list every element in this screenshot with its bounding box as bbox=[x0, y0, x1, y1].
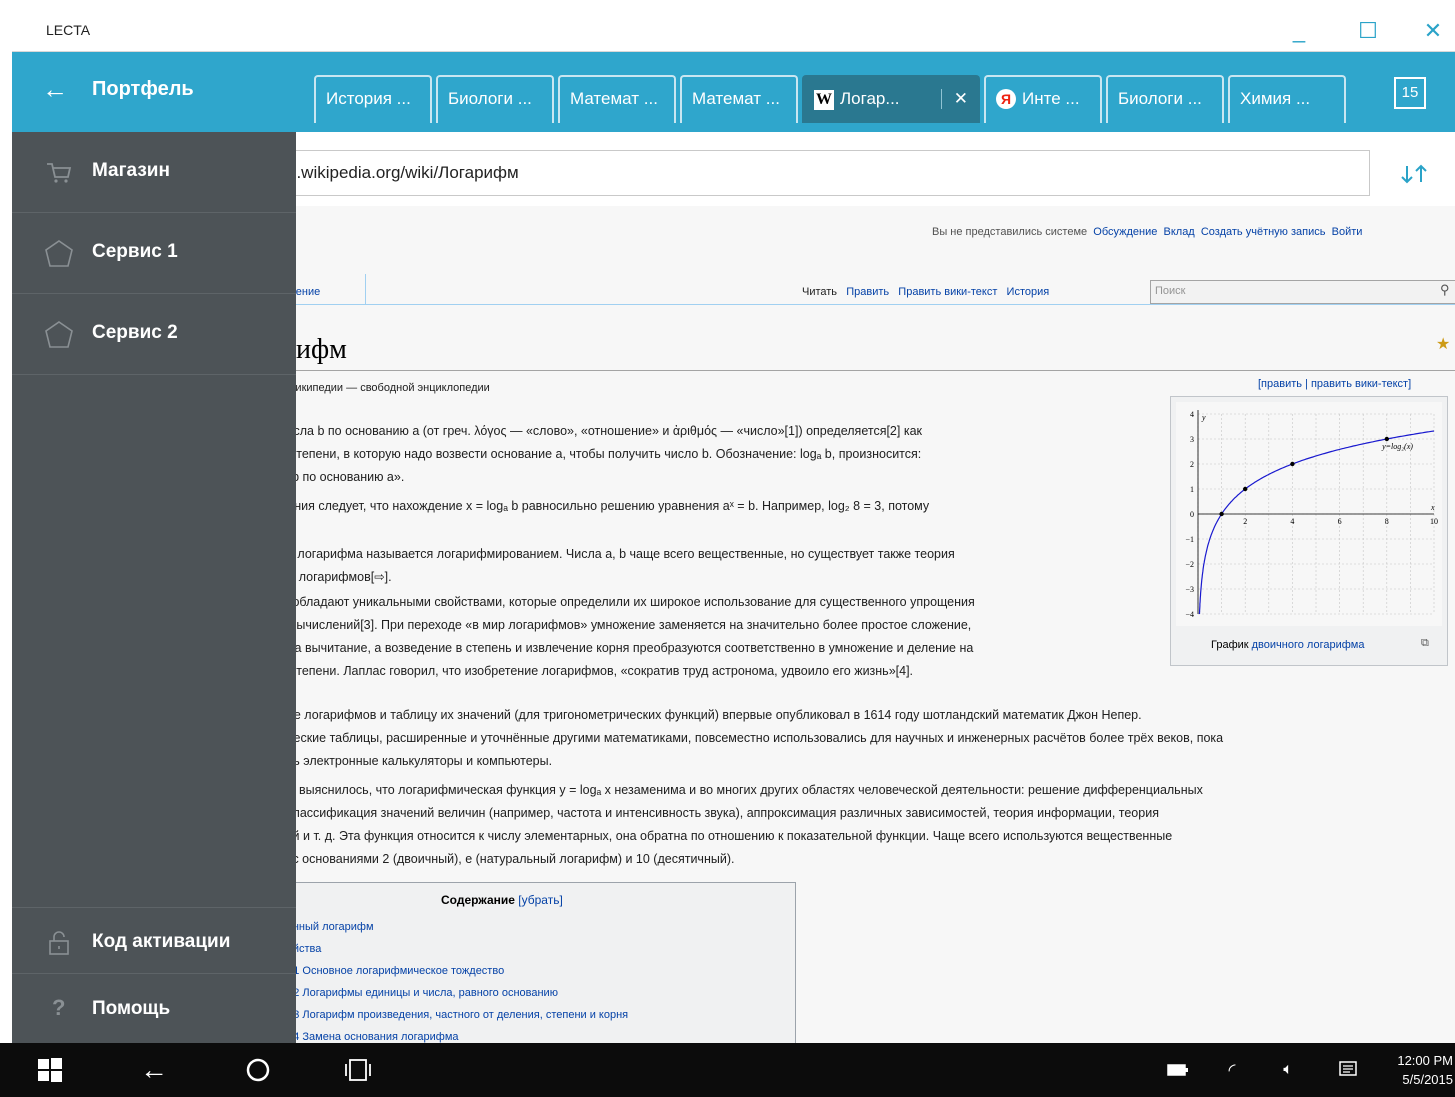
task-view-icon[interactable] bbox=[336, 1043, 380, 1097]
tab-math-1[interactable]: Математ ... bbox=[558, 75, 676, 123]
clock-time: 12:00 PM bbox=[1397, 1053, 1453, 1068]
tab-logarithm[interactable]: W Логар... ✕ bbox=[802, 75, 980, 123]
windows-start-icon[interactable] bbox=[28, 1043, 72, 1097]
sidebar-item-label: Код активации bbox=[92, 931, 231, 952]
minimize-button[interactable]: _ bbox=[1277, 10, 1321, 52]
sidebar-item-help[interactable]: ? Помощь bbox=[12, 975, 296, 1043]
taskbar: ← ◜ 🔈︎ 12:00 PM 5/5/2015 bbox=[0, 1043, 1455, 1097]
pentagon-icon bbox=[45, 321, 73, 348]
tab-biology-1[interactable]: Биологи ... bbox=[436, 75, 554, 123]
back-icon[interactable]: ← bbox=[132, 1043, 176, 1097]
battery-icon[interactable] bbox=[1160, 1043, 1196, 1097]
web-content: Вы не представились системе Обсуждение В… bbox=[280, 206, 1455, 1043]
title-bar: LECTA _ ☐ ✕ bbox=[12, 10, 1455, 52]
tab-label: Логар... bbox=[840, 89, 900, 108]
tab-close-icon[interactable]: ✕ bbox=[940, 89, 968, 109]
sidebar: ← Портфель Магазин Сервис 1 Сервис 2 Код… bbox=[12, 52, 296, 1043]
address-bar[interactable]: u.wikipedia.org/wiki/Логарифм bbox=[280, 150, 1370, 196]
sidebar-item-label: Сервис 2 bbox=[92, 322, 178, 343]
tab-biology-2[interactable]: Биологи ... bbox=[1106, 75, 1224, 123]
volume-icon[interactable]: 🔈︎ bbox=[1270, 1043, 1306, 1097]
wikipedia-icon: W bbox=[814, 90, 834, 110]
back-arrow-icon[interactable]: ← bbox=[42, 74, 68, 105]
sync-icon[interactable] bbox=[1395, 158, 1433, 190]
tab-counter-icon[interactable]: 15 bbox=[1394, 77, 1426, 109]
sidebar-item-activation[interactable]: Код активации bbox=[12, 908, 296, 974]
sidebar-item-label: Магазин bbox=[92, 160, 170, 181]
sidebar-header[interactable]: ← Портфель bbox=[12, 52, 296, 132]
clock-date: 5/5/2015 bbox=[1402, 1072, 1453, 1087]
pentagon-icon bbox=[45, 240, 73, 267]
lock-icon bbox=[49, 931, 69, 955]
content-dim bbox=[280, 206, 1455, 1043]
maximize-button[interactable]: ☐ bbox=[1346, 10, 1390, 52]
sidebar-item-service-2[interactable]: Сервис 2 bbox=[12, 294, 296, 375]
sidebar-item-service-1[interactable]: Сервис 1 bbox=[12, 213, 296, 294]
tab-label: Инте ... bbox=[1022, 89, 1080, 108]
yandex-icon: Я bbox=[996, 89, 1016, 109]
clock[interactable]: 12:00 PM 5/5/2015 bbox=[1380, 1051, 1455, 1089]
tab-history[interactable]: История ... bbox=[314, 75, 432, 123]
close-button[interactable]: ✕ bbox=[1411, 10, 1455, 52]
tab-chemistry[interactable]: Химия ... bbox=[1228, 75, 1346, 123]
cortana-icon[interactable] bbox=[236, 1043, 280, 1097]
cart-icon bbox=[47, 163, 72, 183]
notifications-icon[interactable] bbox=[1330, 1043, 1366, 1097]
app-title: LECTA bbox=[46, 22, 91, 38]
app-window: LECTA _ ☐ ✕ История ... Биологи ... Мате… bbox=[12, 10, 1455, 1043]
sidebar-item-store[interactable]: Магазин bbox=[12, 132, 296, 213]
portfolio-label: Портфель bbox=[92, 78, 194, 100]
question-icon: ? bbox=[52, 995, 66, 1020]
wifi-icon[interactable]: ◜ bbox=[1214, 1043, 1250, 1097]
sidebar-item-label: Сервис 1 bbox=[92, 241, 178, 262]
tab-math-2[interactable]: Математ ... bbox=[680, 75, 798, 123]
tab-internet[interactable]: Я Инте ... bbox=[984, 75, 1102, 123]
sidebar-item-label: Помощь bbox=[92, 998, 171, 1019]
